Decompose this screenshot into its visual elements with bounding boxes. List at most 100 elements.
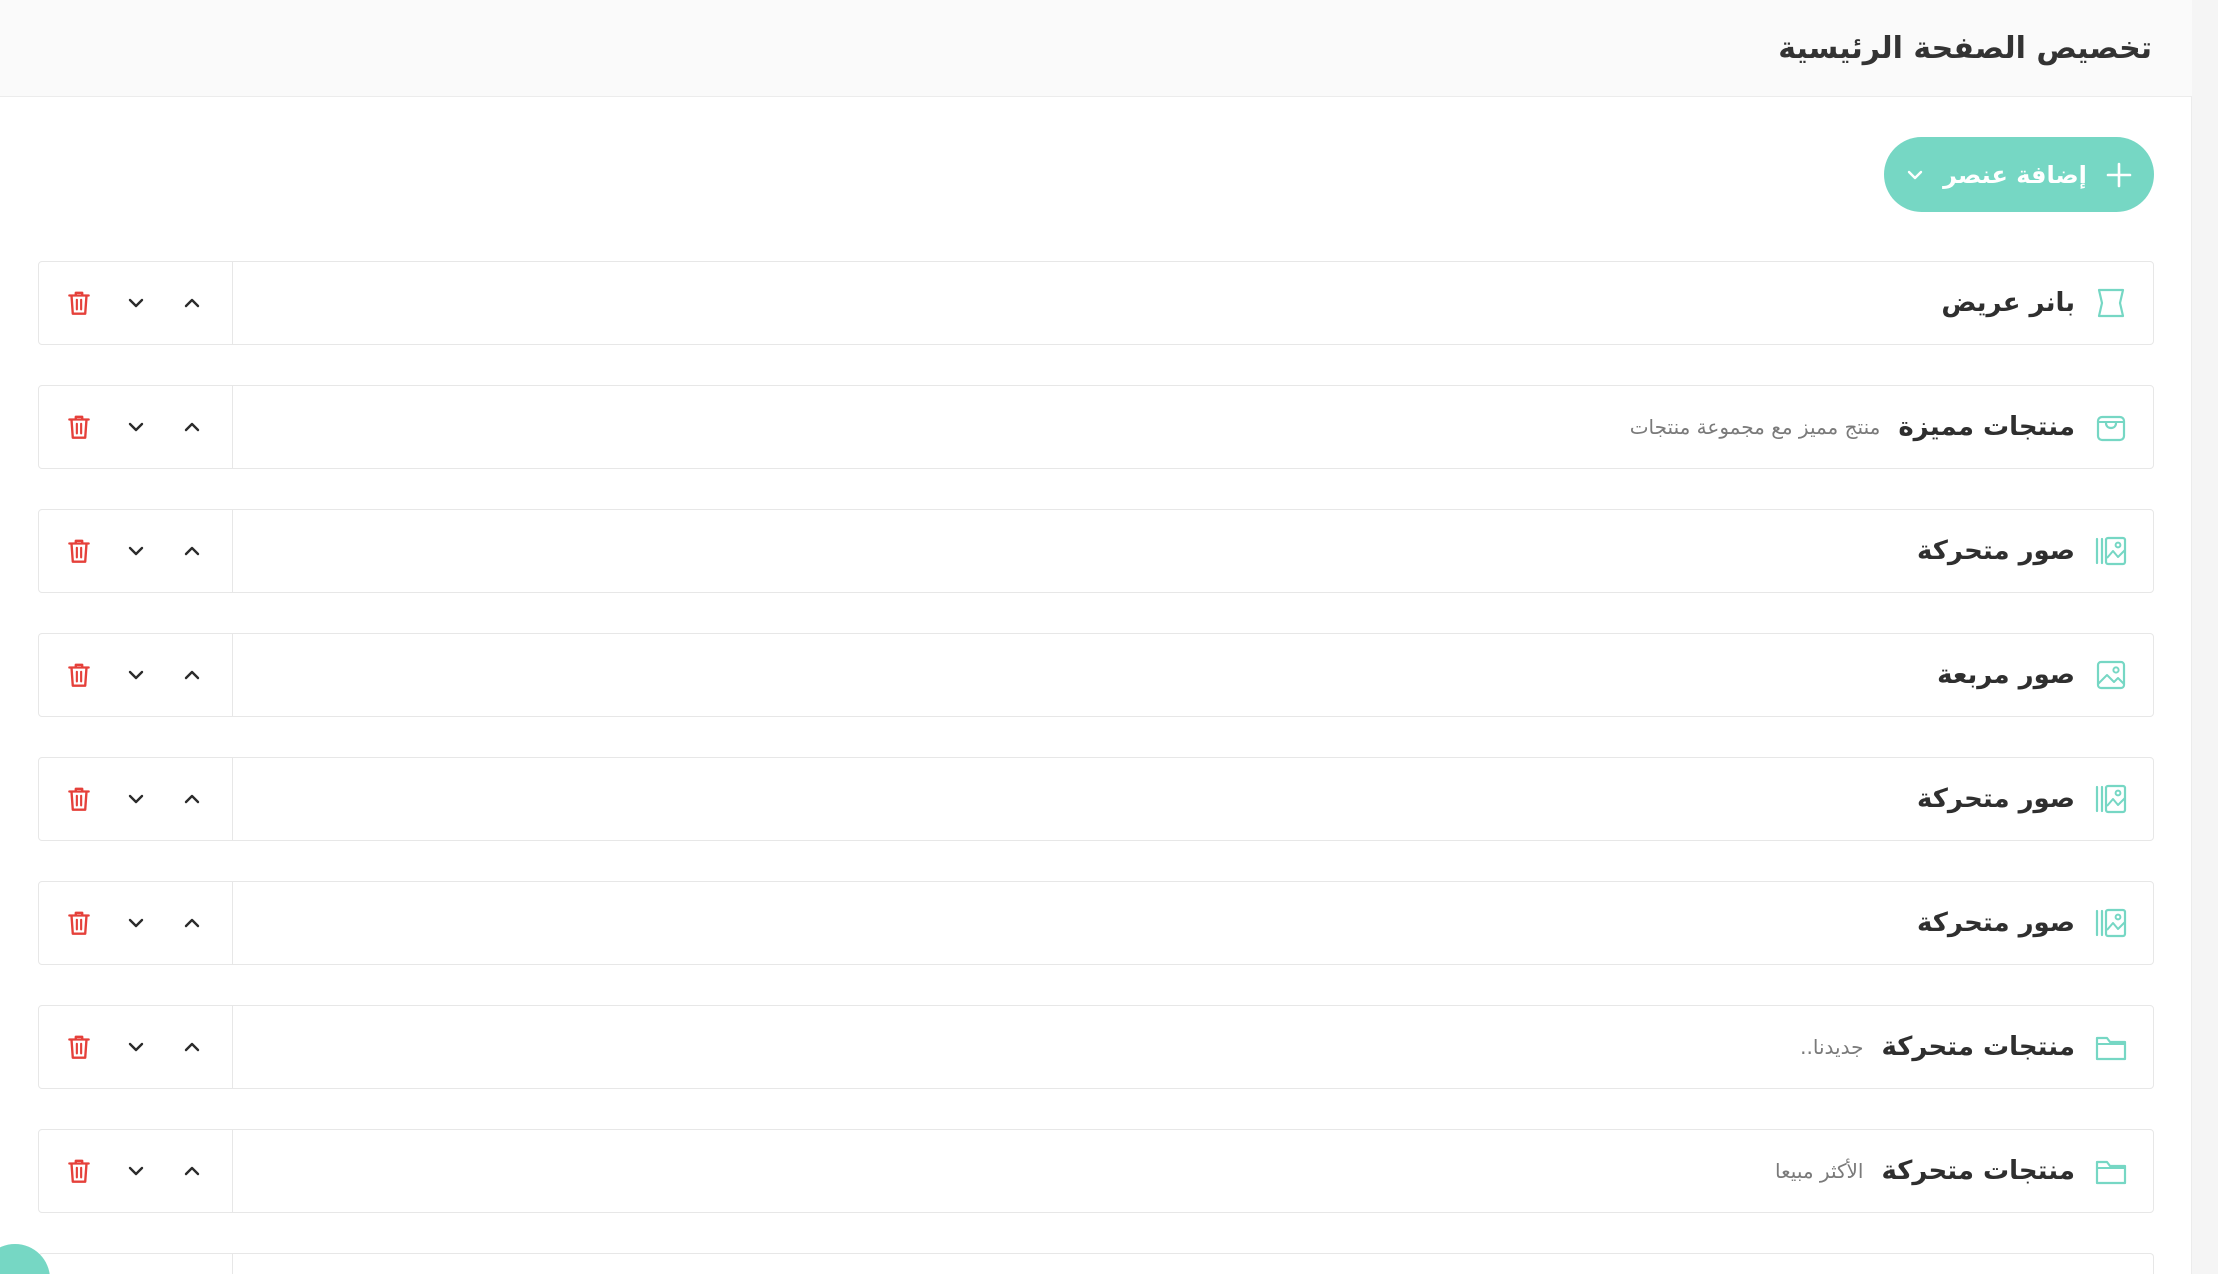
section-row[interactable]: صور متحركة: [38, 509, 2154, 593]
move-down-button[interactable]: [118, 409, 154, 445]
chevron-up-icon: [184, 422, 200, 432]
section-row[interactable]: صور متحركة: [38, 881, 2154, 965]
chevron-down-icon: [128, 1042, 143, 1052]
delete-button[interactable]: [61, 1029, 97, 1065]
section-title: صور مربعة: [1937, 660, 2075, 690]
move-up-button[interactable]: [174, 533, 210, 569]
section-actions: [39, 386, 233, 468]
section-subtitle: الأكثر مبيعا: [1775, 1159, 1864, 1183]
move-up-button[interactable]: [174, 409, 210, 445]
section-title: صور متحركة: [1917, 784, 2075, 814]
chevron-up-icon: [184, 298, 200, 308]
delete-button[interactable]: [61, 781, 97, 817]
trash-icon: [68, 539, 90, 563]
delete-button[interactable]: [61, 409, 97, 445]
move-up-button[interactable]: [174, 781, 210, 817]
toolbar: إضافة عنصر: [1884, 137, 2154, 212]
chevron-up-icon: [184, 918, 200, 928]
image-slider-icon: [2093, 781, 2129, 817]
plus-icon: [2106, 162, 2132, 187]
move-up-button[interactable]: [174, 905, 210, 941]
section-actions: [39, 510, 233, 592]
delete-button[interactable]: [61, 285, 97, 321]
move-up-button[interactable]: [174, 1029, 210, 1065]
page-header: تخصيص الصفحة الرئيسية: [0, 0, 2192, 97]
move-up-button[interactable]: [174, 1153, 210, 1189]
add-element-label: إضافة عنصر: [1943, 160, 2087, 189]
section-row-main[interactable]: منتجات متحركة الأكثر مبيعا: [233, 1130, 2153, 1212]
section-title: صور متحركة: [1917, 908, 2075, 938]
move-down-button[interactable]: [118, 657, 154, 693]
move-down-button[interactable]: [118, 533, 154, 569]
chevron-up-icon: [184, 794, 200, 804]
delete-button[interactable]: [61, 657, 97, 693]
section-row[interactable]: صور متحركة: [38, 757, 2154, 841]
section-row-main[interactable]: منتجات متحركة جديدنا..: [233, 1006, 2153, 1088]
move-down-button[interactable]: [118, 905, 154, 941]
chevron-down-icon: [128, 670, 143, 680]
chevron-down-icon: [1907, 170, 1923, 179]
folder-icon: [2093, 1029, 2129, 1065]
section-row[interactable]: منتجات متحركة جديدنا..: [38, 1005, 2154, 1089]
move-up-button[interactable]: [174, 285, 210, 321]
move-down-button[interactable]: [118, 1029, 154, 1065]
move-up-button[interactable]: [174, 657, 210, 693]
move-down-button[interactable]: [118, 285, 154, 321]
image-slider-icon: [2093, 905, 2129, 941]
chevron-up-icon: [184, 546, 200, 556]
section-title: بانر عريض: [1941, 288, 2075, 318]
chevron-up-icon: [184, 670, 200, 680]
folder-icon: [2093, 1153, 2129, 1189]
trash-icon: [68, 1035, 90, 1059]
section-row[interactable]: صور مربعة: [38, 633, 2154, 717]
sections-list: بانر عريض منتجات مميزة منتج مميز مع مجموعة…: [38, 261, 2154, 1274]
chevron-down-icon: [128, 546, 143, 556]
section-actions: [39, 1254, 233, 1274]
section-actions: [39, 1006, 233, 1088]
trash-icon: [68, 663, 90, 687]
scrollbar-track[interactable]: [2191, 0, 2218, 1274]
shopping-bag-icon: [2093, 409, 2129, 445]
section-actions: [39, 634, 233, 716]
section-actions: [39, 262, 233, 344]
trash-icon: [68, 415, 90, 439]
trash-icon: [68, 1159, 90, 1183]
page-title: تخصيص الصفحة الرئيسية: [1778, 30, 2152, 66]
app-root: تخصيص الصفحة الرئيسية إضافة عنصر بانر عر…: [0, 0, 2218, 1274]
image-slider-icon: [2093, 533, 2129, 569]
add-element-button[interactable]: إضافة عنصر: [1884, 137, 2154, 212]
section-title: منتجات مميزة: [1898, 412, 2075, 442]
square-image-icon: [2093, 657, 2129, 693]
section-row-main[interactable]: صور متحركة: [233, 510, 2153, 592]
chevron-down-icon: [128, 918, 143, 928]
chevron-up-icon: [184, 1166, 200, 1176]
chevron-down-icon: [128, 298, 143, 308]
chevron-down-icon: [128, 422, 143, 432]
move-down-button[interactable]: [118, 781, 154, 817]
section-row-main[interactable]: منتجات مميزة منتج مميز مع مجموعة منتجات: [233, 386, 2153, 468]
trash-icon: [68, 787, 90, 811]
chevron-up-icon: [184, 1042, 200, 1052]
banner-icon: [2093, 285, 2129, 321]
section-row-main[interactable]: [233, 1254, 2153, 1274]
section-title: صور متحركة: [1917, 536, 2075, 566]
section-row[interactable]: منتجات متحركة الأكثر مبيعا: [38, 1129, 2154, 1213]
section-row-partial[interactable]: [38, 1253, 2154, 1274]
delete-button[interactable]: [61, 1153, 97, 1189]
delete-button[interactable]: [61, 533, 97, 569]
trash-icon: [68, 911, 90, 935]
chevron-down-icon: [128, 794, 143, 804]
section-actions: [39, 882, 233, 964]
section-row[interactable]: بانر عريض: [38, 261, 2154, 345]
section-row-main[interactable]: صور متحركة: [233, 758, 2153, 840]
section-subtitle: جديدنا..: [1800, 1035, 1864, 1059]
section-actions: [39, 1130, 233, 1212]
delete-button[interactable]: [61, 905, 97, 941]
section-row-main[interactable]: صور متحركة: [233, 882, 2153, 964]
trash-icon: [68, 291, 90, 315]
section-row-main[interactable]: بانر عريض: [233, 262, 2153, 344]
section-row-main[interactable]: صور مربعة: [233, 634, 2153, 716]
section-row[interactable]: منتجات مميزة منتج مميز مع مجموعة منتجات: [38, 385, 2154, 469]
move-down-button[interactable]: [118, 1153, 154, 1189]
section-title: منتجات متحركة: [1881, 1156, 2075, 1186]
